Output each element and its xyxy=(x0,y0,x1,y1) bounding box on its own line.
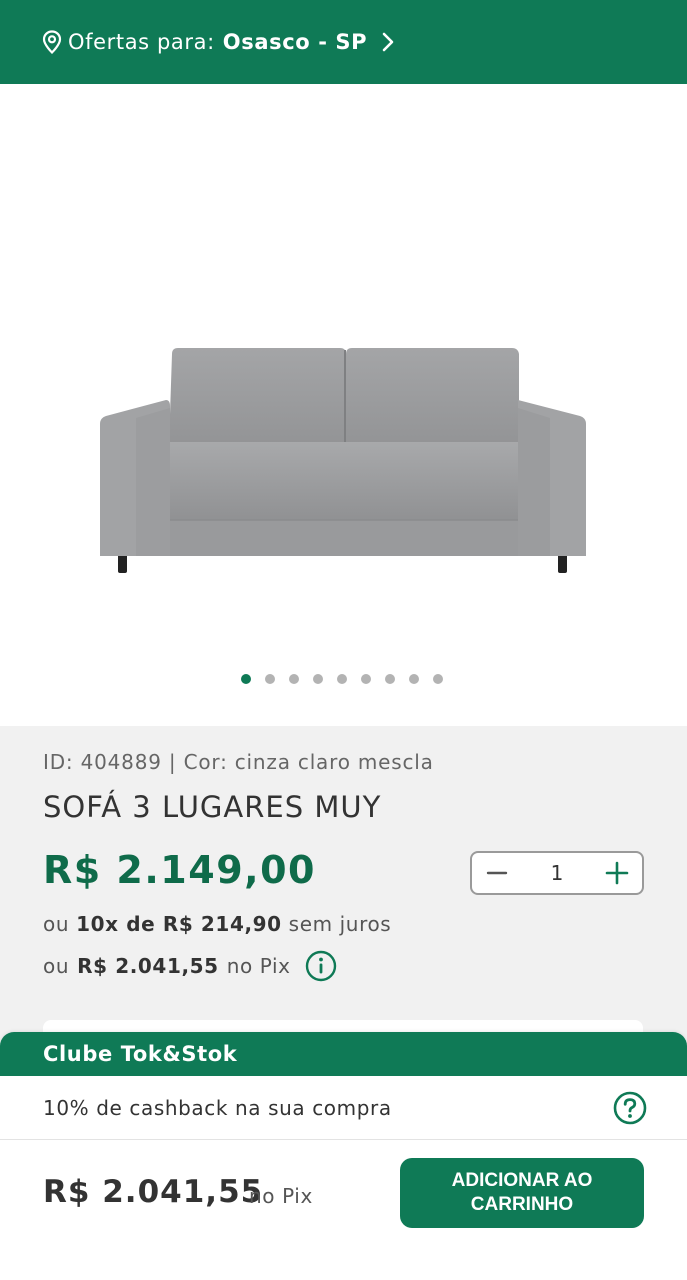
product-price: R$ 2.149,00 xyxy=(43,848,316,892)
purchase-footer: R$ 2.041,55 no Pix ADICIONAR AO CARRINHO xyxy=(0,1140,687,1280)
pix-suffix: no Pix xyxy=(226,954,291,978)
carousel-dot[interactable] xyxy=(360,674,371,684)
footer-price-suffix: no Pix xyxy=(249,1184,313,1208)
carousel-dot[interactable] xyxy=(288,674,299,684)
footer-price: R$ 2.041,55 xyxy=(43,1174,264,1210)
product-title: SOFÁ 3 LUGARES MUY xyxy=(43,790,382,824)
cashback-text: 10% de cashback na sua compra xyxy=(43,1095,392,1120)
installment-info: ou 10x de R$ 214,90 sem juros xyxy=(43,912,391,936)
carousel-dots xyxy=(0,674,685,684)
product-image xyxy=(100,348,586,573)
pix-price-info: ou R$ 2.041,55 no Pix xyxy=(43,950,337,982)
quantity-value: 1 xyxy=(550,861,564,885)
carousel-dot[interactable] xyxy=(312,674,323,684)
carousel-dot[interactable] xyxy=(408,674,419,684)
decrease-quantity-button[interactable] xyxy=(472,853,522,893)
chevron-right-icon xyxy=(381,31,395,53)
increase-quantity-button[interactable] xyxy=(592,853,642,893)
carousel-dot[interactable] xyxy=(336,674,347,684)
pix-amount: R$ 2.041,55 xyxy=(77,954,219,978)
product-image-carousel[interactable] xyxy=(0,84,687,726)
location-pin-icon xyxy=(42,30,62,54)
plus-icon xyxy=(605,861,629,885)
location-bar[interactable]: Ofertas para: Osasco - SP xyxy=(0,0,687,84)
add-to-cart-button[interactable]: ADICIONAR AO CARRINHO xyxy=(400,1158,644,1228)
installment-amount: 10x de R$ 214,90 xyxy=(76,912,282,936)
pix-prefix: ou xyxy=(43,954,70,978)
product-info-panel: ID: 404889 | Cor: cinza claro mescla SOF… xyxy=(0,726,687,1046)
info-icon[interactable] xyxy=(305,950,337,982)
carousel-dot[interactable] xyxy=(432,674,443,684)
product-meta: ID: 404889 | Cor: cinza claro mescla xyxy=(43,750,434,774)
minus-icon xyxy=(486,871,508,875)
carousel-dot[interactable] xyxy=(240,674,251,684)
installment-suffix: sem juros xyxy=(288,912,392,936)
carousel-dot[interactable] xyxy=(384,674,395,684)
carousel-dot[interactable] xyxy=(264,674,275,684)
installment-prefix: ou xyxy=(43,912,70,936)
clube-tokstok-card: Clube Tok&Stok 10% de cashback na sua co… xyxy=(0,1032,687,1140)
quantity-stepper[interactable]: 1 xyxy=(470,851,644,895)
help-icon[interactable] xyxy=(613,1091,647,1125)
location-value: Osasco - SP xyxy=(222,30,368,54)
location-label: Ofertas para: xyxy=(68,30,215,54)
clube-title: Clube Tok&Stok xyxy=(0,1032,687,1076)
